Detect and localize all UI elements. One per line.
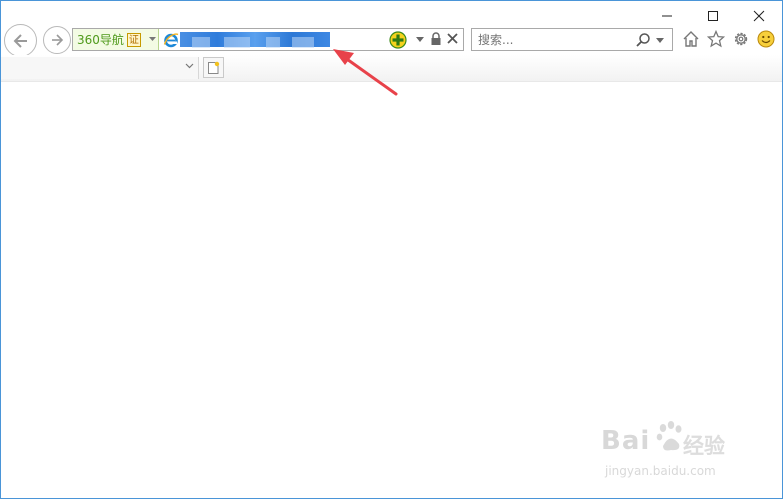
blurred-url-segment [192, 37, 210, 48]
address-dropdown-icon[interactable] [415, 32, 425, 46]
certificate-dropdown[interactable] [147, 29, 158, 50]
favorites-button[interactable] [706, 28, 726, 50]
back-button[interactable] [4, 24, 37, 57]
certificate-mark: 证 [126, 32, 141, 47]
new-tab-button[interactable] [203, 57, 224, 78]
back-arrow-icon [13, 33, 27, 48]
maximize-icon [708, 11, 718, 21]
lock-icon[interactable] [430, 32, 442, 46]
settings-gear-icon [734, 32, 748, 46]
search-icon[interactable] [635, 32, 651, 48]
maximize-button[interactable] [690, 1, 736, 31]
minimize-icon [662, 15, 672, 17]
blurred-url-segment [292, 37, 314, 48]
search-input[interactable] [478, 33, 628, 47]
forward-arrow-icon [52, 34, 64, 46]
window-controls [644, 1, 782, 31]
blurred-url-segment [224, 37, 250, 48]
close-button[interactable] [736, 1, 782, 31]
certificate-name: 360导航 [77, 33, 124, 47]
tab-chevron-down-icon[interactable] [185, 63, 194, 69]
url-input-selection[interactable] [180, 32, 330, 48]
ie-logo-icon [163, 33, 179, 48]
search-box[interactable] [471, 28, 673, 51]
favorites-star-icon [707, 30, 725, 48]
tab-active[interactable]: 世 [1, 57, 199, 79]
toolbar-icons [681, 28, 776, 50]
forward-button[interactable] [43, 26, 71, 54]
tab-bar: 世 [1, 55, 782, 82]
watermark-brand-tail: 经验 [683, 434, 725, 458]
search-dropdown-icon[interactable] [655, 33, 665, 47]
paw-logo-icon [656, 421, 682, 451]
chevron-down-icon [149, 37, 156, 41]
close-icon [753, 10, 765, 22]
blurred-url-segment [266, 37, 280, 48]
feedback-button[interactable] [756, 28, 776, 50]
address-bar[interactable]: 360导航 证 [72, 28, 464, 51]
watermark-url: jingyan.baidu.com [605, 464, 716, 478]
smiley-feedback-icon [757, 30, 775, 48]
stop-close-icon[interactable] [446, 32, 459, 45]
new-tab-icon [208, 61, 220, 74]
add-plus-icon[interactable] [389, 31, 407, 49]
minimize-button[interactable] [644, 1, 690, 31]
home-icon [683, 31, 699, 47]
watermark-brand: Bai [601, 426, 651, 456]
baidu-jingyan-watermark: Bai 经验 jingyan.baidu.com [597, 420, 747, 480]
settings-button[interactable] [731, 28, 751, 50]
home-button[interactable] [681, 28, 701, 50]
